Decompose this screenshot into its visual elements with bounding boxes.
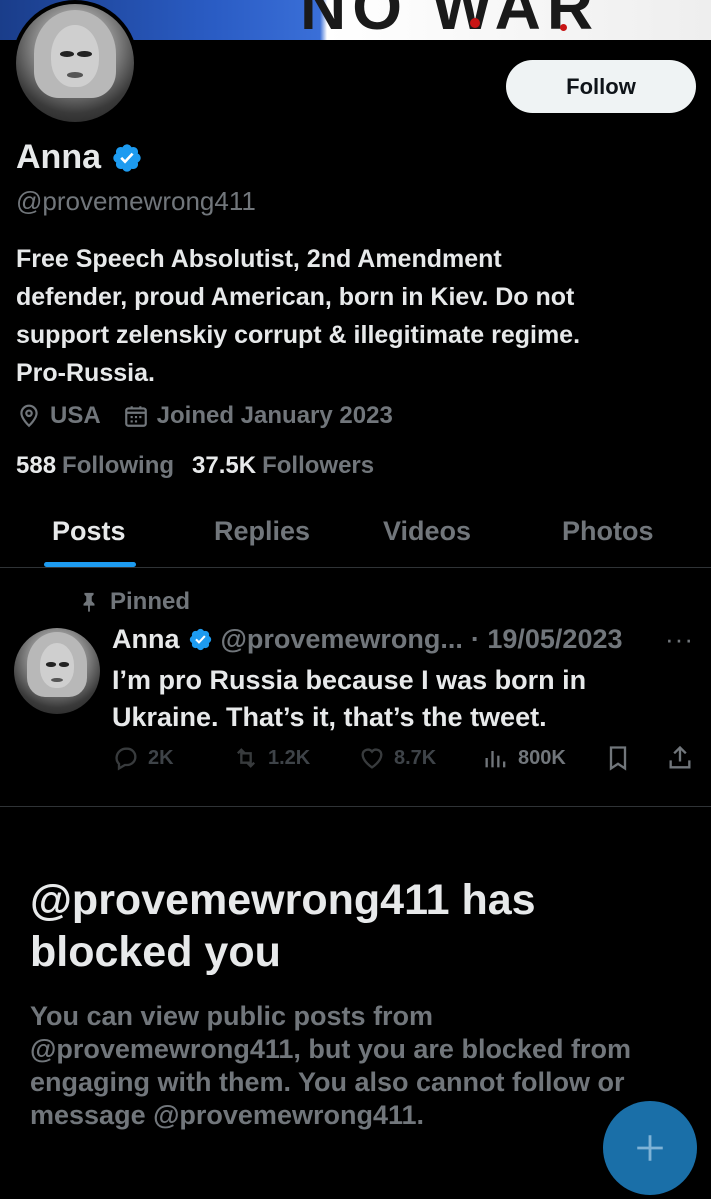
like-count: 8.7K bbox=[394, 746, 437, 769]
blocked-title: @provemewrong411 has blocked you bbox=[30, 874, 650, 978]
views-button[interactable]: 800K bbox=[482, 744, 566, 772]
blocked-description: You can view public posts from @provemew… bbox=[30, 1000, 680, 1132]
profile-name-row: Anna bbox=[16, 138, 143, 177]
post-text-line: I’m pro Russia because I was born in bbox=[112, 665, 587, 695]
blocked-desc-line: @provemewrong411, but you are blocked fr… bbox=[30, 1034, 631, 1064]
bookmark-icon bbox=[609, 746, 627, 771]
followers-label: Followers bbox=[262, 452, 375, 479]
verified-badge-icon bbox=[189, 628, 211, 651]
repost-icon bbox=[237, 748, 255, 768]
location-pin-icon bbox=[20, 404, 38, 428]
blocked-desc-line: engaging with them. You also cannot foll… bbox=[30, 1067, 625, 1097]
profile-name: Anna bbox=[16, 138, 101, 176]
profile-bio: Free Speech Absolutist, 2nd Amendment de… bbox=[16, 240, 696, 392]
calendar-icon bbox=[124, 406, 147, 427]
reply-count: 2K bbox=[148, 746, 174, 769]
reply-icon bbox=[115, 747, 137, 771]
reply-button[interactable]: 2K bbox=[112, 744, 174, 772]
tab-videos[interactable]: Videos bbox=[383, 516, 471, 547]
pinned-label-row: Pinned bbox=[78, 588, 190, 616]
profile-meta: USA Joined January 2023 bbox=[16, 402, 393, 430]
post-date[interactable]: · 19/05/2023 bbox=[471, 624, 623, 655]
bio-line: Pro-Russia. bbox=[16, 359, 155, 387]
joined-text: Joined January 2023 bbox=[156, 402, 393, 429]
tab-photos[interactable]: Photos bbox=[562, 516, 654, 547]
active-tab-indicator bbox=[44, 562, 136, 567]
profile-location: USA bbox=[16, 402, 101, 430]
blocked-title-line: @provemewrong411 has bbox=[30, 876, 536, 924]
views-bar-chart-icon bbox=[485, 751, 506, 768]
verified-badge-icon[interactable] bbox=[111, 142, 143, 174]
profile-handle: @provemewrong411 bbox=[16, 186, 256, 216]
followers-link[interactable]: 37.5K Followers bbox=[192, 452, 374, 480]
share-icon bbox=[669, 745, 691, 769]
paint-splash bbox=[470, 18, 480, 28]
banner-graffiti: NO WAR bbox=[300, 0, 600, 40]
profile-stats: 588 Following 37.5K Followers bbox=[16, 452, 374, 480]
heart-icon bbox=[361, 748, 383, 769]
bio-line: support zelenskiy corrupt & illegitimate… bbox=[16, 321, 581, 349]
bio-line: Free Speech Absolutist, 2nd Amendment bbox=[16, 245, 502, 273]
compose-button[interactable] bbox=[603, 1101, 697, 1195]
location-text: USA bbox=[50, 402, 101, 429]
post-header: Anna @provemewrong... · 19/05/2023 bbox=[112, 624, 623, 655]
blocked-desc-line: You can view public posts from bbox=[30, 1001, 434, 1031]
share-button[interactable] bbox=[666, 744, 694, 772]
paint-splash bbox=[560, 24, 567, 31]
repost-button[interactable]: 1.2K bbox=[232, 744, 310, 772]
post-author-name[interactable]: Anna bbox=[112, 624, 180, 655]
post-actions: 2K 1.2K 8.7K 800K bbox=[112, 744, 702, 778]
views-count: 800K bbox=[518, 746, 566, 769]
repost-count: 1.2K bbox=[268, 746, 311, 769]
following-label: Following bbox=[62, 452, 175, 479]
post-author-avatar[interactable] bbox=[14, 628, 100, 714]
blocked-title-line: blocked you bbox=[30, 928, 281, 976]
follow-button[interactable]: Follow bbox=[506, 60, 696, 113]
followers-count: 37.5K bbox=[192, 452, 257, 479]
profile-tabs: Posts Replies Videos Photos bbox=[0, 500, 711, 568]
following-count: 588 bbox=[16, 452, 57, 479]
following-link[interactable]: 588 Following bbox=[16, 452, 174, 480]
blocked-desc-line: message @provemewrong411. bbox=[30, 1100, 425, 1130]
plus-icon bbox=[637, 1135, 663, 1161]
post-more-icon[interactable]: ··· bbox=[665, 624, 694, 655]
pin-icon bbox=[83, 592, 95, 613]
post-author-handle[interactable]: @provemewrong... bbox=[221, 624, 463, 655]
tab-posts[interactable]: Posts bbox=[52, 516, 126, 547]
tab-replies[interactable]: Replies bbox=[214, 516, 310, 547]
like-button[interactable]: 8.7K bbox=[358, 744, 436, 772]
post-text[interactable]: I’m pro Russia because I was born in Ukr… bbox=[112, 662, 692, 736]
profile-avatar[interactable] bbox=[12, 0, 138, 126]
post-text-line: Ukraine. That’s it, that’s the tweet. bbox=[112, 702, 547, 732]
bio-line: defender, proud American, born in Kiev. … bbox=[16, 283, 575, 311]
pinned-label: Pinned bbox=[110, 588, 191, 615]
bookmark-button[interactable] bbox=[604, 744, 632, 772]
divider bbox=[0, 806, 711, 807]
profile-joined: Joined January 2023 bbox=[123, 402, 393, 430]
